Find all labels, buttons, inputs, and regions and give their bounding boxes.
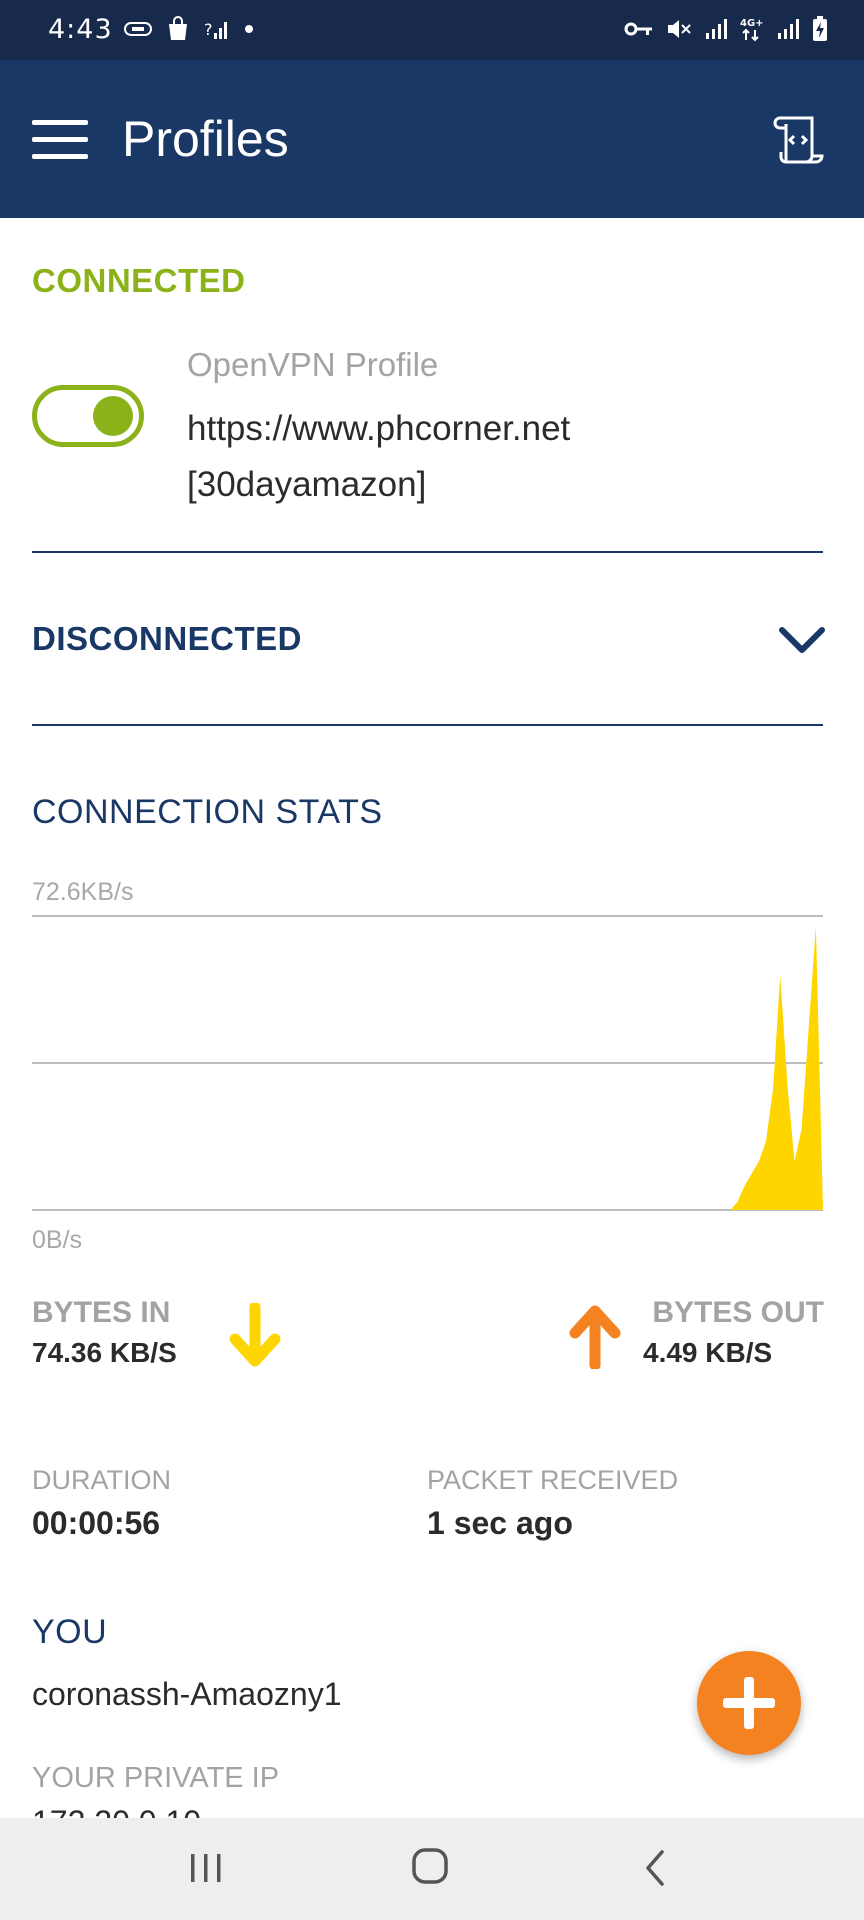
import-profile-icon[interactable] — [770, 112, 826, 168]
username: coronassh-Amaozny1 — [32, 1676, 342, 1712]
status-right-icons: 4G+ — [624, 16, 828, 42]
bytes-in-value: 74.36 KB/S — [32, 1337, 177, 1368]
signal-2-icon — [778, 19, 799, 39]
bytes-out-title: BYTES OUT — [652, 1296, 824, 1329]
vpn-connection-toggle[interactable] — [32, 385, 144, 447]
battery-charging-icon — [813, 16, 827, 41]
chart-y-min-label: 0B/s — [32, 1226, 83, 1254]
no-signal-icon: ? — [204, 20, 227, 39]
back-icon[interactable] — [640, 1848, 670, 1888]
signal-icon — [706, 19, 727, 39]
traffic-chart — [32, 915, 823, 1211]
shopping-bag-icon — [169, 16, 187, 40]
profile-type-label: OpenVPN Profile — [187, 346, 439, 383]
bytes-in-title: BYTES IN — [32, 1296, 171, 1329]
bytes-out-value: 4.49 KB/S — [643, 1337, 773, 1368]
packet-received-value: 1 sec ago — [427, 1505, 573, 1541]
system-nav-bar — [0, 1818, 864, 1920]
notification-dot-icon — [245, 25, 253, 33]
packet-received-title: PACKET RECEIVED — [427, 1465, 679, 1495]
duration-title: DURATION — [32, 1465, 171, 1495]
connection-stats-title: CONNECTION STATS — [32, 793, 383, 831]
profile-name[interactable]: https://www.phcorner.net [30dayamazon] — [187, 401, 687, 513]
svg-text:?: ? — [204, 20, 213, 39]
chevron-down-icon[interactable] — [778, 620, 826, 660]
disconnected-section-title: DISCONNECTED — [32, 620, 303, 657]
arrow-down-icon — [229, 1303, 281, 1367]
svg-text:4G+: 4G+ — [740, 18, 764, 29]
arrow-up-icon — [569, 1305, 621, 1369]
status-left-icons: ? — [124, 16, 254, 42]
app-bar: Profiles — [0, 60, 864, 218]
you-section-title: YOU — [32, 1613, 108, 1651]
page-title: Profiles — [122, 111, 289, 167]
plus-icon-vertical — [744, 1677, 754, 1729]
menu-icon[interactable] — [32, 120, 88, 160]
toggle-knob — [93, 396, 133, 436]
divider — [32, 724, 823, 726]
private-ip-title: YOUR PRIVATE IP — [32, 1762, 280, 1794]
home-icon[interactable] — [410, 1846, 450, 1886]
recent-apps-icon[interactable] — [188, 1850, 224, 1886]
vpn-key-icon — [624, 22, 652, 36]
bytes-in-area — [32, 926, 823, 1210]
status-bar: 4:43 ? 4G+ — [0, 0, 864, 60]
divider — [32, 551, 823, 553]
mute-icon — [668, 20, 691, 38]
network-4g-icon: 4G+ — [740, 18, 764, 42]
duration-value: 00:00:56 — [32, 1505, 161, 1541]
add-profile-button[interactable] — [697, 1651, 801, 1755]
vpn-key-badge-icon — [124, 22, 152, 36]
connected-section-title: CONNECTED — [32, 262, 246, 299]
status-time: 4:43 — [48, 14, 113, 45]
